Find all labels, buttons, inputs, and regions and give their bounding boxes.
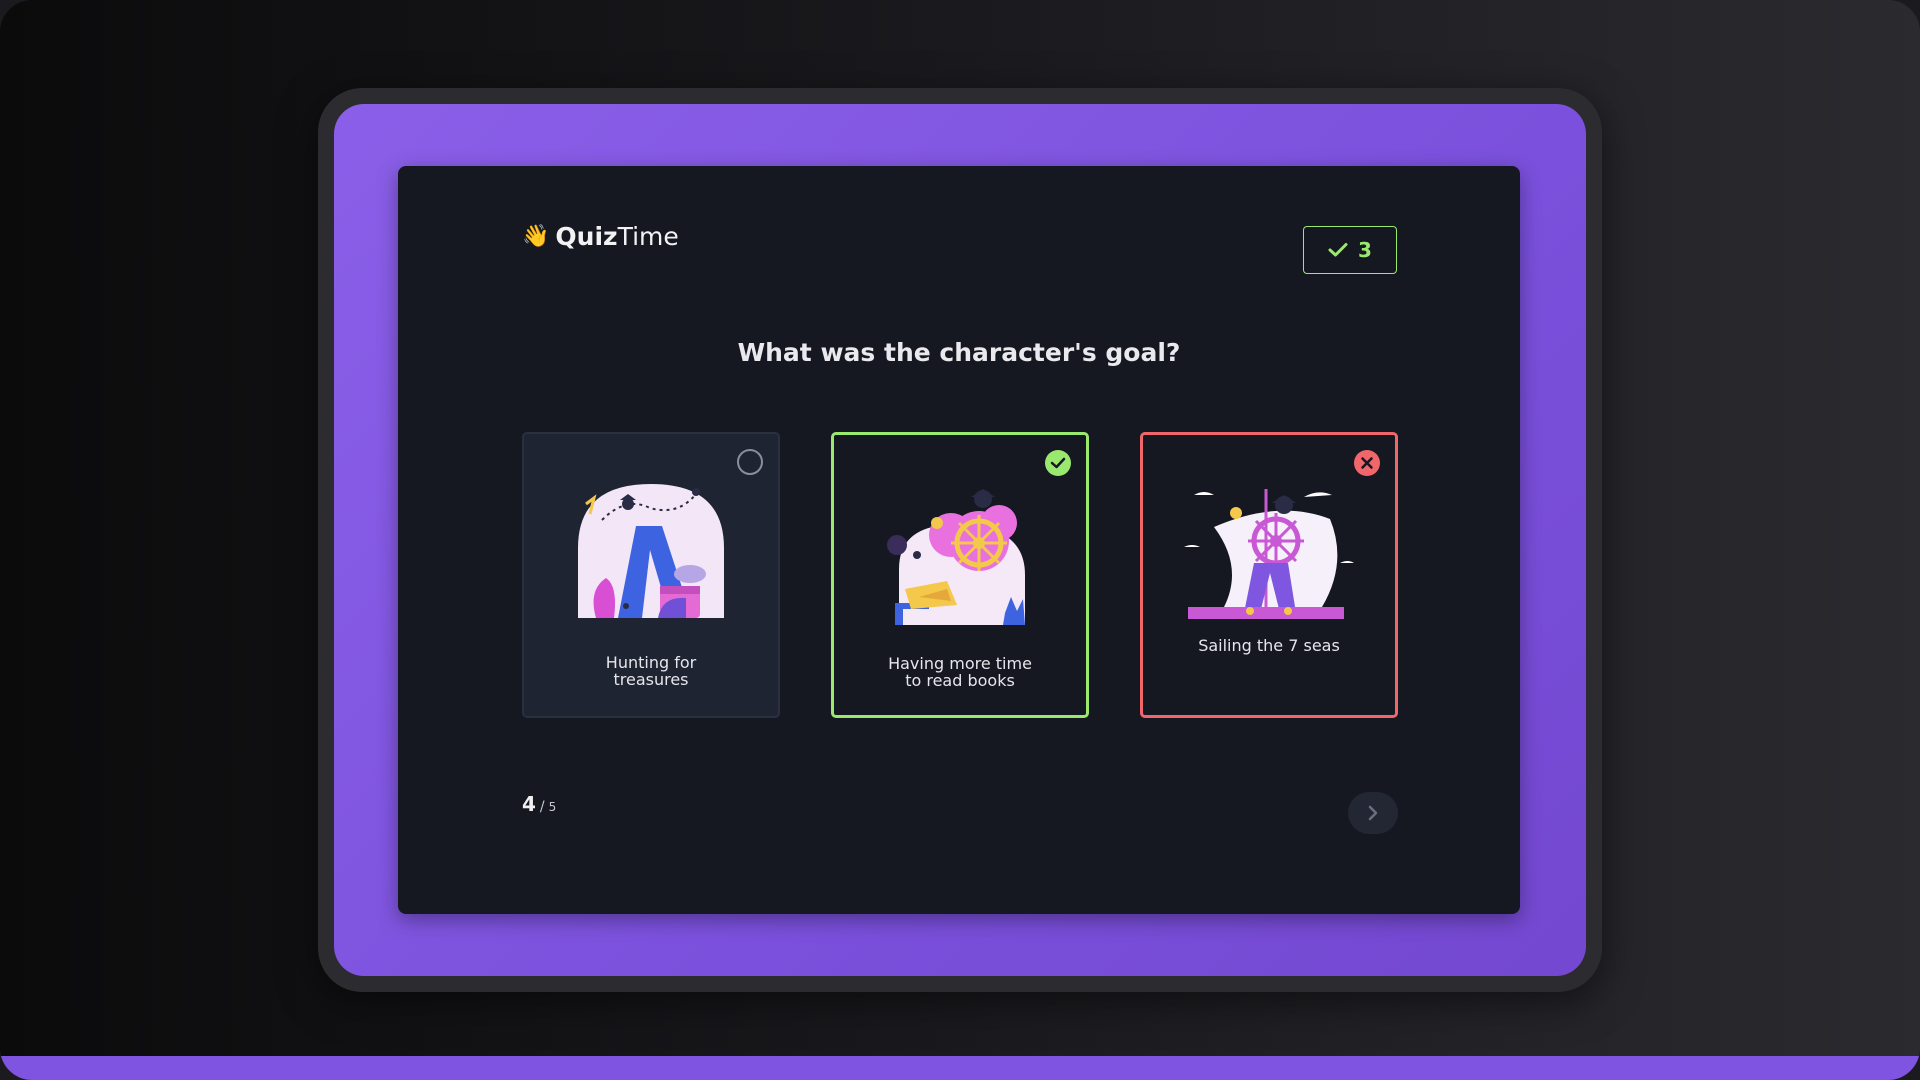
bottom-accent-bar: [0, 1056, 1920, 1080]
tablet-frame: 👋 QuizTime 3 What was the character's go…: [318, 88, 1602, 992]
score-badge: 3: [1303, 226, 1397, 274]
reading-books-illustration: [887, 489, 1025, 625]
answer-label: Hunting for treasures: [605, 653, 697, 689]
waving-hand-icon: 👋: [522, 223, 550, 249]
cross-circle-icon: [1354, 450, 1380, 476]
treasure-hunt-illustration: [578, 484, 724, 618]
question-progress: 4 / 5: [522, 792, 556, 816]
background: 👋 QuizTime 3 What was the character's go…: [0, 0, 1920, 1080]
progress-separator: /: [539, 799, 545, 815]
chevron-right-icon: [1368, 805, 1378, 821]
app-logo: 👋 QuizTime: [522, 222, 679, 251]
empty-circle-icon: [737, 449, 763, 475]
logo-text-strong: Quiz: [555, 222, 618, 251]
current-question: 4: [522, 792, 536, 816]
total-questions: 5: [548, 800, 557, 814]
question-title: What was the character's goal?: [737, 338, 1181, 367]
answer-option-hunting[interactable]: Hunting for treasures: [522, 432, 780, 718]
logo-text-light: Time: [617, 222, 679, 251]
quiz-panel: 👋 QuizTime 3 What was the character's go…: [398, 166, 1520, 914]
answer-label: Sailing the 7 seas: [1198, 636, 1340, 655]
next-button[interactable]: [1348, 792, 1398, 834]
answer-option-sailing[interactable]: Sailing the 7 seas: [1140, 432, 1398, 718]
score-value: 3: [1358, 238, 1372, 262]
answer-label: Having more time to read books: [888, 654, 1032, 690]
check-circle-icon: [1045, 450, 1071, 476]
sailing-ship-illustration: [1184, 489, 1354, 619]
check-icon: [1328, 243, 1348, 257]
answer-option-reading[interactable]: Having more time to read books: [831, 432, 1089, 718]
tablet-screen: 👋 QuizTime 3 What was the character's go…: [334, 104, 1586, 976]
